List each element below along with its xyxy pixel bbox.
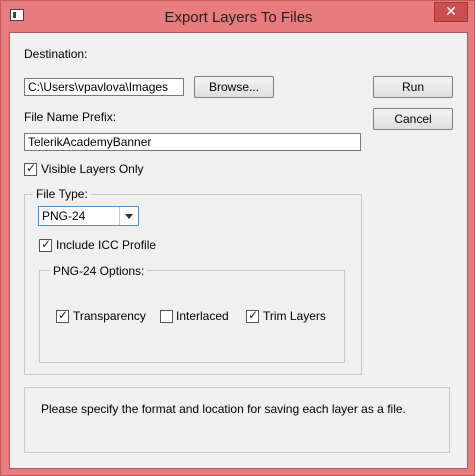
status-panel: Please specify the format and location f… (24, 387, 450, 453)
dialog-client-area: Destination: C:\Users\vpavlova\Images Br… (9, 32, 468, 469)
checkmark-icon: ✓ (248, 308, 259, 322)
interlaced-label: Interlaced (176, 309, 229, 323)
visible-layers-only-label: Visible Layers Only (41, 162, 144, 176)
file-type-selected: PNG-24 (42, 209, 86, 223)
file-name-prefix-label: File Name Prefix: (24, 110, 117, 124)
file-name-prefix-input[interactable]: TelerikAcademyBanner (24, 133, 361, 151)
trim-layers-checkbox[interactable]: ✓ (246, 308, 259, 323)
destination-label: Destination: (24, 47, 88, 61)
png-options-legend: PNG-24 Options: (50, 264, 148, 278)
visible-layers-only-checkbox[interactable]: ✓ (24, 161, 37, 176)
file-type-legend: File Type: (33, 187, 91, 201)
include-icc-profile-checkbox[interactable]: ✓ (39, 237, 52, 252)
destination-input[interactable]: C:\Users\vpavlova\Images (24, 78, 184, 96)
checkmark-icon: ✓ (58, 308, 69, 322)
chevron-down-icon[interactable] (119, 207, 138, 225)
window-title: Export Layers To Files (164, 9, 313, 26)
status-message: Please specify the format and location f… (41, 402, 406, 416)
file-type-select[interactable]: PNG-24 (38, 206, 139, 226)
browse-button[interactable]: Browse... (194, 76, 274, 98)
transparency-label: Transparency (73, 309, 146, 323)
include-icc-profile-label: Include ICC Profile (56, 238, 157, 252)
run-button[interactable]: Run (373, 76, 453, 98)
cancel-button[interactable]: Cancel (373, 108, 453, 130)
checkmark-icon: ✓ (41, 237, 52, 251)
checkmark-icon: ✓ (26, 161, 37, 175)
interlaced-checkbox[interactable] (160, 310, 173, 323)
close-button[interactable]: ✕ (434, 2, 468, 22)
trim-layers-label: Trim Layers (263, 309, 326, 323)
export-dialog-window: Export Layers To Files ✕ Destination: C:… (0, 0, 475, 476)
transparency-checkbox[interactable]: ✓ (56, 308, 69, 323)
title-bar[interactable]: Export Layers To Files ✕ (1, 1, 475, 33)
